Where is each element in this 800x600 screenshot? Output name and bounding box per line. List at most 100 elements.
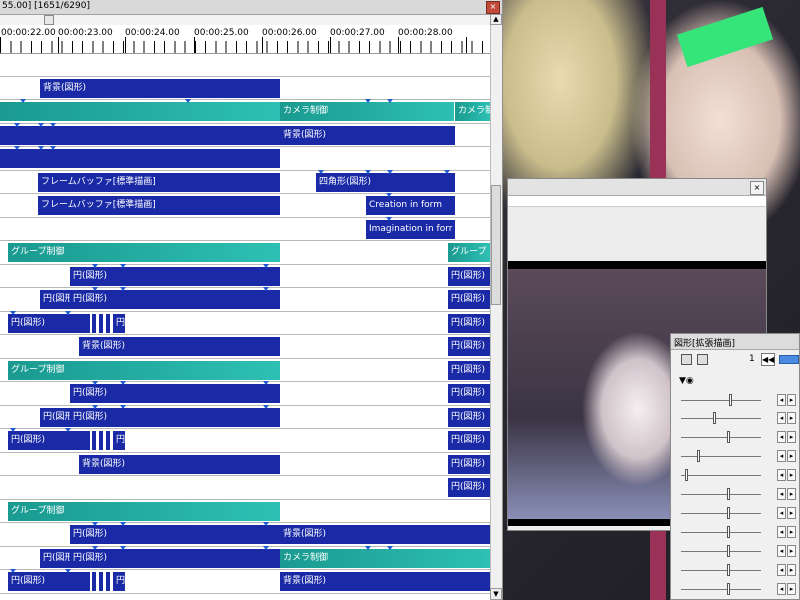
param-slider[interactable]: ◂ ▸ [681,581,799,599]
clip-en[interactable]: 円(図形) [448,454,490,474]
layer-area[interactable]: 背景(図形) カメラ制御 カメラ制 背景(図形) [0,53,490,600]
param-slider[interactable]: ◂ ▸ [681,524,799,542]
clip-camera[interactable]: カメラ制御 [280,102,454,121]
ruler-major-tick [125,37,126,53]
clip-haikei[interactable]: 背景(図形) [79,454,280,474]
clip-en[interactable]: 円(図形) [70,290,280,309]
param-slider[interactable]: ◂ ▸ [681,543,799,561]
clip-en[interactable]: 円(図形) [448,290,490,309]
tick-label: 00:00:28.00 [398,28,453,38]
prev-keyframe-icon[interactable]: ◀◀ [761,353,775,366]
clip-en[interactable]: 円(図形) [448,384,490,403]
clip-en-slice[interactable] [99,431,103,450]
close-icon[interactable]: × [750,181,764,195]
clip-framebuffer[interactable]: フレームバッファ[標準描画] [38,172,280,192]
ruler-major-tick [0,37,1,53]
object-settings-panel: 図形[拡張描画] 1 ◀◀ ▼◉ ◂ ▸ ◂ ▸ ◂ ▸ ◂ ▸ ◂ ▸ ◂ ▸ ◂ ▸ ◂ ▸… [670,333,800,600]
param-slider[interactable]: ◂ ▸ [681,448,799,466]
close-icon[interactable]: × [486,1,500,14]
vertical-scrollbar[interactable] [490,25,502,600]
layer-row: 円(図形) 円(図形) [0,381,490,406]
clip-en[interactable]: 円(図形) [70,384,280,403]
clip-en-slice[interactable] [92,572,96,591]
layer-row [0,53,490,77]
clip-group[interactable]: グループ制御 [8,360,280,380]
clip-en-slice[interactable] [99,572,103,591]
ruler-ticks [0,41,490,53]
clip-en[interactable]: 円(図形 [40,407,70,427]
clip-en[interactable]: 円 [113,313,125,333]
param-slider[interactable]: ◂ ▸ [681,505,799,523]
clip-camera[interactable]: カメラ制 [455,102,490,121]
clip-en[interactable]: 円(図形) [448,337,490,356]
time-ruler[interactable]: 00:00:22.00 00:00:23.00 00:00:24.00 00:0… [0,25,502,54]
clip-en[interactable]: 円(図形) [448,478,490,497]
clip-haikei[interactable]: 背景(図形) [280,525,490,544]
clip-en-slice[interactable] [99,313,103,333]
clip-haikei[interactable]: 背景(図形) [79,337,280,356]
tick-label: 00:00:27.00 [330,28,385,38]
frame-slider[interactable] [779,355,799,364]
clip-en[interactable]: 円(図形) [448,407,490,427]
keyframe-marker [120,263,126,268]
clip-shikaku[interactable]: 四角形(図形) [316,172,455,192]
param-slider[interactable]: ◂ ▸ [681,410,799,428]
clip-en-slice[interactable] [92,431,96,450]
layer-row: フレームバッファ[標準描画] Creation in form [0,193,490,218]
param-slider[interactable]: ◂ ▸ [681,486,799,504]
clip-en[interactable]: 円 [113,572,125,591]
clip-en[interactable]: 円(図形) [8,431,90,450]
film-icon[interactable] [697,354,708,365]
clip-en[interactable]: 円(図形) [70,525,280,544]
clip-en[interactable]: 円(図形 [40,548,70,568]
scroll-up-icon[interactable]: ▲ [490,14,502,25]
clip-haikei[interactable]: 背景(図形) [280,125,455,145]
keyframe-marker [263,522,269,526]
keyframe-marker [38,122,44,127]
keyframe-marker [263,381,269,385]
param-slider[interactable]: ◂ ▸ [681,429,799,447]
clip-en[interactable]: 円(図形) [448,266,490,286]
layer-row: Imagination in forr [0,216,490,241]
param-slider[interactable]: ◂ ▸ [681,392,799,410]
clip-en[interactable]: 円(図形) [8,572,90,591]
clip-navy[interactable] [0,149,280,168]
keyframe-marker [263,287,269,291]
eye-icon[interactable]: ▼◉ [679,376,694,386]
scroll-down-icon[interactable]: ▼ [490,588,502,600]
camera-icon[interactable] [681,354,692,365]
clip-en-slice[interactable] [106,313,110,333]
clip-framebuffer[interactable]: フレームバッファ[標準描画] [38,196,280,215]
clip-imagination[interactable]: Imagination in forr [366,219,455,239]
clip-creation[interactable]: Creation in form [366,196,455,215]
clip-camera[interactable]: カメラ制御 [280,548,490,568]
clip-en[interactable]: 円(図形) [8,313,90,333]
seek-thumb[interactable] [44,15,54,25]
clip-en-slice[interactable] [92,313,96,333]
keyframe-marker [120,287,126,291]
clip-en[interactable]: 円(図形) [448,431,490,450]
clip-en-slice[interactable] [106,572,110,591]
clip-en[interactable]: 円(図形) [70,548,280,568]
keyframe-marker [92,522,98,526]
clip-en[interactable]: 円(図形) [448,313,490,333]
clip-en[interactable]: 円 [113,431,125,450]
clip-en[interactable]: 円(図形) [70,266,280,286]
clip-haikei[interactable]: 背景(図形) [40,78,280,98]
clip-navy[interactable] [0,125,280,145]
keyframe-marker [386,193,392,197]
clip-group[interactable]: グループ制御 [8,243,280,262]
clip-teal[interactable] [0,102,280,121]
param-slider[interactable]: ◂ ▸ [681,467,799,485]
keyframe-marker [185,99,191,103]
clip-haikei[interactable]: 背景(図形) [280,572,490,591]
param-slider[interactable]: ◂ ▸ [681,562,799,580]
clip-en[interactable]: 円(図形 [40,290,70,309]
clip-group[interactable]: グループ [448,243,490,262]
clip-group[interactable]: グループ制御 [8,501,280,521]
scroll-thumb[interactable] [491,185,501,305]
layer-row: 円(図形) 背景(図形) [0,522,490,547]
clip-en-slice[interactable] [106,431,110,450]
clip-en[interactable]: 円(図形) [70,407,280,427]
clip-en[interactable]: 円(図形) [448,360,490,380]
